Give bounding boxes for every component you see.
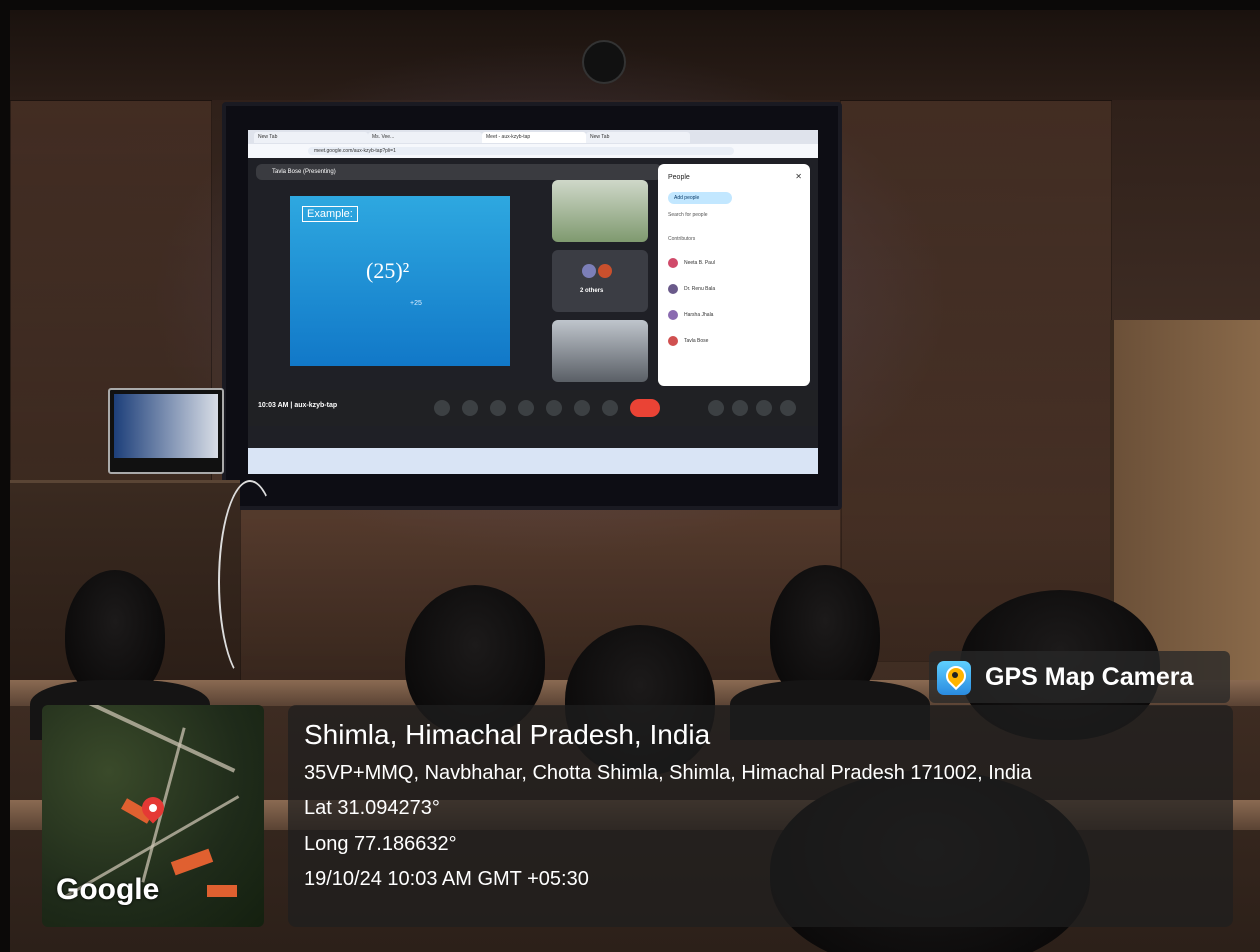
emoji-button[interactable]: [546, 400, 562, 416]
address-text: 35VP+MMQ, Navbhahar, Chotta Shimla, Shim…: [304, 762, 1032, 784]
browser-tab[interactable]: Ms. Vee...: [368, 132, 482, 143]
meet-control-bar: 10:03 AM | aux-kzyb-tap: [248, 390, 818, 426]
people-panel: People ✕ Add people Search for people Co…: [658, 164, 810, 386]
television: New Tab Ms. Vee... Meet - aux-kzyb-tap N…: [222, 102, 842, 510]
camera-button[interactable]: [462, 400, 478, 416]
activities-button[interactable]: [780, 400, 796, 416]
map-road: [88, 705, 236, 773]
raise-hand-button[interactable]: [574, 400, 590, 416]
participant-name: Tavla Bose: [684, 338, 709, 344]
video-tile-classroom[interactable]: [552, 320, 648, 382]
gps-brand-label: GPS Map Camera: [985, 663, 1194, 691]
latitude-text: Lat 31.094273°: [304, 797, 440, 819]
captions-button[interactable]: [490, 400, 506, 416]
participant-row[interactable]: Tavla Bose: [668, 334, 800, 348]
avatar: [668, 283, 678, 294]
browser-urlbar: meet.google.com/aux-kzyb-tap?pli=1: [248, 144, 818, 158]
map-logo: Google: [56, 873, 160, 906]
browser-tab-active[interactable]: Meet - aux-kzyb-tap: [482, 132, 586, 143]
participant-name: Dr. Renu Bala: [684, 286, 716, 292]
meet-screen: New Tab Ms. Vee... Meet - aux-kzyb-tap N…: [248, 130, 818, 474]
shared-slide: Example: (25)² +25: [290, 196, 510, 366]
present-button[interactable]: [518, 400, 534, 416]
avatar: [582, 264, 596, 278]
people-header: People: [668, 174, 690, 181]
participant-name: Harsha Jhala: [684, 312, 714, 318]
avatar: [668, 257, 678, 268]
slide-note: +25: [410, 300, 422, 307]
slide-equation: (25)²: [366, 258, 410, 283]
add-people-button[interactable]: Add people: [668, 192, 732, 204]
browser-tabbar: New Tab Ms. Vee... Meet - aux-kzyb-tap N…: [248, 130, 818, 144]
location-map: Google: [42, 705, 264, 927]
chat-button[interactable]: [756, 400, 772, 416]
location-info-box: Shimla, Himachal Pradesh, India 35VP+MMQ…: [288, 705, 1233, 927]
meeting-time: 10:03 AM | aux-kzyb-tap: [258, 402, 338, 409]
windows-taskbar: [248, 448, 818, 474]
avatar: [598, 264, 612, 278]
mic-button[interactable]: [434, 400, 450, 416]
presenter-banner: Tavla Bose (Presenting): [256, 164, 662, 180]
close-icon[interactable]: ✕: [795, 172, 802, 181]
more-options-button[interactable]: [602, 400, 618, 416]
laptop-screen: [114, 394, 218, 458]
datetime-text: 19/10/24 10:03 AM GMT +05:30: [304, 868, 589, 890]
avatar: [668, 335, 678, 346]
url-field[interactable]: meet.google.com/aux-kzyb-tap?pli=1: [308, 147, 734, 155]
laptop: [108, 388, 224, 474]
browser-tab[interactable]: New Tab: [254, 132, 368, 143]
contributors-label: Contributors: [668, 236, 696, 242]
others-count: 2 others: [580, 288, 604, 294]
cable: [218, 480, 282, 684]
participant-row[interactable]: Harsha Jhala: [668, 308, 800, 322]
video-tile-participant[interactable]: [552, 180, 648, 242]
browser-tab[interactable]: New Tab: [586, 132, 690, 143]
search-people-input[interactable]: Search for people: [668, 212, 707, 218]
participant-row[interactable]: Dr. Renu Bala: [668, 282, 800, 296]
map-building: [207, 885, 237, 897]
people-button[interactable]: [732, 400, 748, 416]
end-call-button[interactable]: [630, 399, 660, 417]
webcam: [582, 40, 626, 84]
map-building: [170, 848, 214, 876]
info-button[interactable]: [708, 400, 724, 416]
gps-brand-badge: GPS Map Camera: [929, 651, 1230, 703]
video-tile-others[interactable]: 2 others: [552, 250, 648, 312]
avatar: [668, 309, 678, 320]
gps-pin-icon: [937, 661, 971, 695]
longitude-text: Long 77.186632°: [304, 833, 457, 855]
slide-heading: Example:: [302, 206, 358, 222]
location-title: Shimla, Himachal Pradesh, India: [304, 719, 711, 750]
participant-name: Neeta B. Paul: [684, 260, 715, 266]
participant-row[interactable]: Neeta B. Paul: [668, 256, 800, 270]
